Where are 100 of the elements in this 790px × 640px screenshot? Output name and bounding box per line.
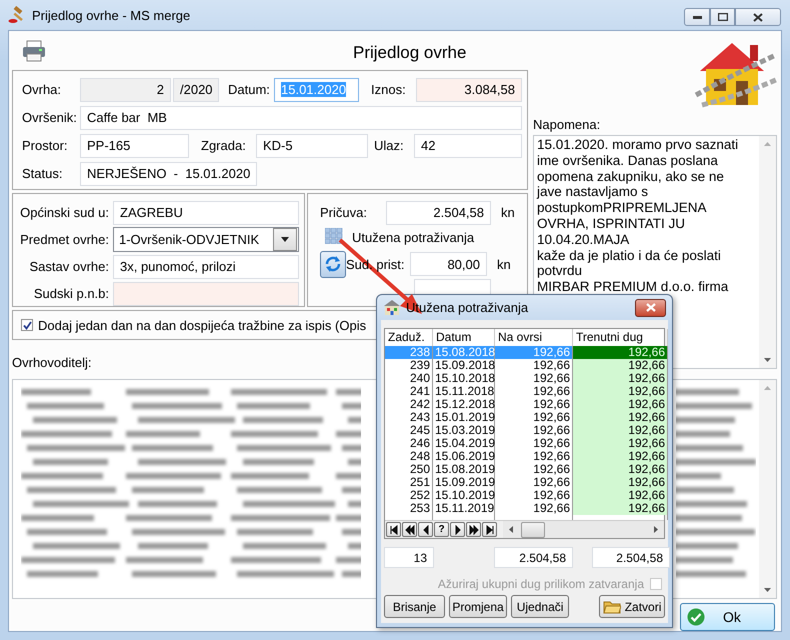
form-title: Prijedlog ovrhe: [353, 42, 466, 62]
premises-field[interactable]: PP-165: [80, 134, 189, 158]
table-cell: 15.10.2019: [433, 489, 495, 502]
table-cell: 192,66: [573, 476, 668, 489]
scroll-down-icon: [764, 588, 771, 592]
rewind-button[interactable]: [402, 522, 417, 537]
option-label: Ažuriraj ukupni dug prilikom zatvaranja: [438, 577, 644, 591]
scroll-up-icon: [764, 386, 771, 390]
checkmark-icon: [22, 320, 32, 330]
field-label: Sudski p.n.b:: [32, 286, 110, 301]
table-cell: 245: [385, 424, 433, 437]
building-field[interactable]: KD-5: [256, 134, 368, 158]
vertical-scrollbar[interactable]: [759, 136, 776, 368]
maximize-icon: [718, 13, 728, 21]
table-cell: 15.11.2019: [433, 502, 495, 515]
field-label: Iznos:: [371, 82, 407, 97]
claims-link[interactable]: Utužena potraživanja: [352, 230, 474, 245]
vertical-scrollbar[interactable]: [759, 380, 776, 598]
close-button[interactable]: [735, 8, 781, 26]
checkbox-label: Dodaj jedan dan na dan dospijeća tražbine za ispis (Opis: [38, 318, 366, 332]
help-button[interactable]: ?: [434, 522, 449, 537]
amount-field[interactable]: 3.084,58: [416, 78, 522, 102]
first-page-icon: [388, 524, 398, 534]
field-label: Sastav ovrhe:: [28, 259, 110, 274]
subject-dropdown[interactable]: 1-Ovršenik-ODVJETNIK: [113, 227, 299, 252]
grid-icon[interactable]: [325, 228, 343, 244]
field-label: Predmet ovrhe:: [19, 232, 110, 247]
number-field[interactable]: 2: [80, 78, 171, 102]
year-field[interactable]: /2020: [173, 78, 219, 102]
court-fee-field[interactable]: 80,00: [410, 252, 487, 276]
checkmark-icon: [687, 608, 705, 626]
minimize-button[interactable]: [684, 8, 710, 26]
close-button[interactable]: [635, 298, 666, 316]
entrance-field[interactable]: 42: [414, 134, 522, 158]
maximize-button[interactable]: [710, 8, 735, 26]
table-cell: 246: [385, 437, 433, 450]
table-cell: 243: [385, 411, 433, 424]
composition-field[interactable]: 3x, punomoć, prilozi: [113, 254, 299, 278]
action-button[interactable]: Promjena: [449, 595, 508, 618]
field-label: Općinski sud u:: [19, 205, 110, 220]
note-line: potvrdu: [537, 263, 584, 280]
horizontal-scrollbar[interactable]: [503, 521, 664, 538]
total-field[interactable]: 2.504,58: [592, 547, 670, 568]
reference-field[interactable]: [113, 282, 299, 306]
section-label: Ovrhovoditelj:: [12, 355, 92, 370]
table-cell: 252: [385, 489, 433, 502]
scrollbar-thumb[interactable]: [521, 522, 545, 538]
note-line: 10.04.20.MAJA: [537, 232, 630, 248]
field-label: Ulaz:: [374, 138, 405, 153]
table-cell: 192,66: [573, 411, 668, 424]
action-button[interactable]: Brisanje: [384, 595, 445, 618]
note-line: ime ovršenika. Danas poslana: [537, 152, 719, 169]
table-cell: 248: [385, 450, 433, 463]
table-cell: 15.03.2019: [433, 424, 495, 437]
first-page-button[interactable]: [386, 522, 401, 537]
next-button[interactable]: [450, 522, 465, 537]
status-field[interactable]: NERJEŠENO - 15.01.2020: [80, 162, 257, 186]
table-cell: 15.08.2019: [433, 463, 495, 476]
table-cell: 192,66: [573, 502, 668, 515]
table-cell: 251: [385, 476, 433, 489]
table-cell: 192,66: [573, 437, 668, 450]
note-line: kaže da je platio i da će poslati: [537, 248, 722, 264]
field-label: Prostor:: [22, 138, 69, 153]
debtor-field[interactable]: Caffe bar MB: [80, 106, 522, 130]
printer-icon[interactable]: [22, 40, 46, 62]
table-cell: 15.01.2019: [433, 411, 495, 424]
scroll-down-icon: [764, 358, 771, 362]
count-field[interactable]: 13: [384, 547, 434, 568]
note-line: OVRHA, ISPRINTATI JU: [537, 216, 686, 232]
refresh-icon: [324, 255, 342, 273]
last-page-button[interactable]: [482, 522, 497, 537]
total-field[interactable]: 2.504,58: [494, 547, 573, 568]
table-cell: 15.09.2018: [433, 359, 495, 372]
note-line: opomena zakupniku, ako se ne: [537, 168, 725, 184]
previous-button[interactable]: [418, 522, 433, 537]
table-cell: 192,66: [573, 489, 668, 502]
checkbox[interactable]: [21, 319, 33, 331]
table-cell: 253: [385, 502, 433, 515]
minimize-icon: [692, 16, 702, 18]
table-cell: 15.06.2019: [433, 450, 495, 463]
close-icon: [646, 303, 656, 312]
ok-button[interactable]: Ok: [680, 603, 775, 631]
scroll-right-icon: [654, 526, 658, 533]
field-label: Ovrha:: [22, 82, 62, 97]
reserve-field[interactable]: 2.504,58: [386, 200, 491, 224]
note-line: jave nastavljamo s: [537, 184, 650, 200]
field-label: Datum:: [228, 82, 271, 97]
table-cell: 15.10.2018: [433, 372, 495, 385]
refresh-button[interactable]: [320, 250, 346, 278]
previous-icon: [420, 524, 430, 534]
note-line: 15.01.2020. moramo prvo saznati: [537, 137, 740, 153]
table-cell: 192,66: [573, 450, 668, 463]
close-button[interactable]: Zatvori: [599, 595, 665, 618]
court-field[interactable]: ZAGREBU: [113, 200, 299, 224]
fast-forward-icon: [468, 524, 478, 534]
table-cell: 250: [385, 463, 433, 476]
action-button[interactable]: Ujednači: [511, 595, 570, 618]
fast-forward-button[interactable]: [466, 522, 481, 537]
field-label: Napomena:: [533, 117, 602, 132]
table-cell: 242: [385, 398, 433, 411]
